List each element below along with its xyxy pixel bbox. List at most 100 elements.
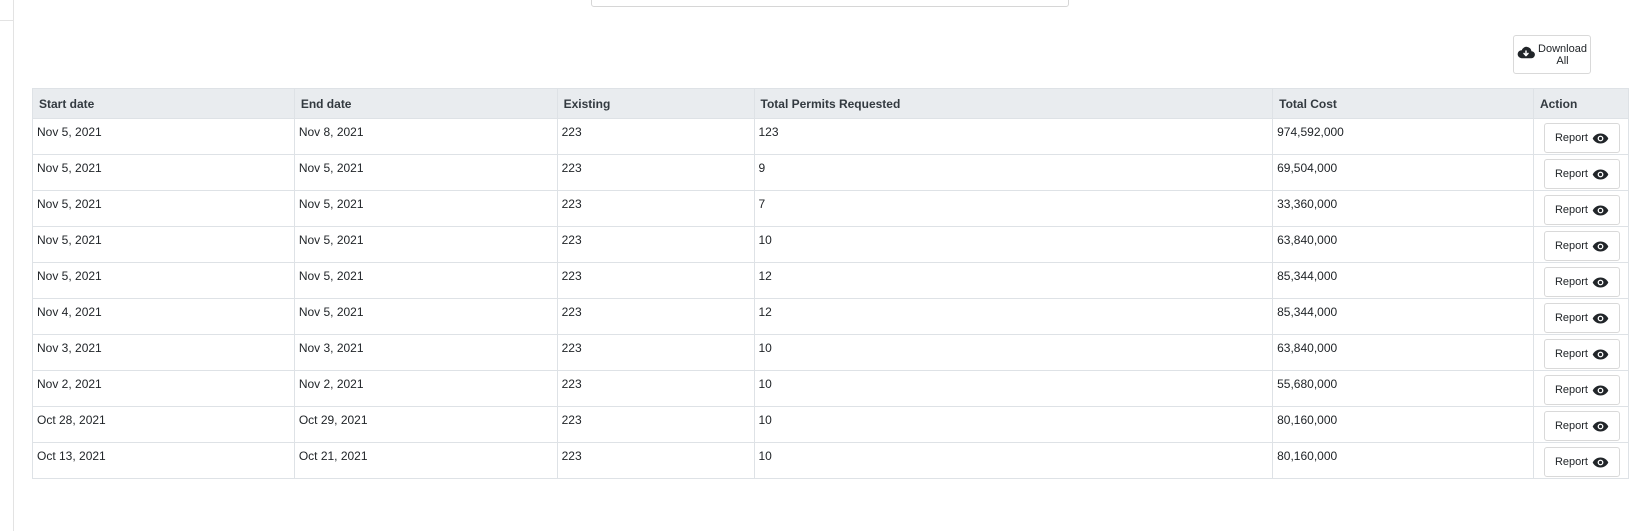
cell-total-permits: 123 bbox=[753, 118, 1274, 155]
cell-action: Report bbox=[1532, 406, 1630, 443]
table-row: Nov 5, 2021 Nov 5, 2021 223 9 69,504,000 Repo… bbox=[32, 154, 1630, 191]
cell-start-date: Nov 5, 2021 bbox=[32, 118, 295, 155]
cell-existing: 223 bbox=[556, 262, 755, 299]
cell-total-cost: 85,344,000 bbox=[1272, 262, 1534, 299]
cell-existing: 223 bbox=[556, 442, 755, 479]
cell-total-permits: 10 bbox=[753, 226, 1274, 263]
left-rail-divider bbox=[13, 0, 14, 531]
cell-existing: 223 bbox=[556, 406, 755, 443]
header-total-permits[interactable]: Total Permits Requested bbox=[753, 88, 1274, 119]
header-existing[interactable]: Existing bbox=[556, 88, 755, 119]
report-button-label: Report bbox=[1554, 168, 1588, 180]
eye-icon bbox=[1592, 385, 1609, 396]
cell-action: Report bbox=[1532, 442, 1630, 479]
download-all-button[interactable]: Download All bbox=[1513, 35, 1591, 74]
report-button[interactable]: Report bbox=[1543, 303, 1620, 333]
table-row: Oct 28, 2021 Oct 29, 2021 223 10 80,160,000 R… bbox=[32, 406, 1630, 443]
cell-total-permits: 12 bbox=[753, 262, 1274, 299]
cell-total-cost: 80,160,000 bbox=[1272, 442, 1534, 479]
report-button[interactable]: Report bbox=[1543, 267, 1620, 297]
cell-start-date: Nov 5, 2021 bbox=[32, 190, 295, 227]
cell-existing: 223 bbox=[556, 190, 755, 227]
table-row: Nov 5, 2021 Nov 8, 2021 223 123 974,592,000 R… bbox=[32, 118, 1630, 155]
cell-end-date: Nov 5, 2021 bbox=[293, 262, 558, 299]
report-button[interactable]: Report bbox=[1543, 375, 1620, 405]
header-action: Action bbox=[1532, 88, 1630, 119]
cell-existing: 223 bbox=[556, 334, 755, 371]
cell-total-permits: 10 bbox=[753, 406, 1274, 443]
cell-end-date: Nov 5, 2021 bbox=[293, 190, 558, 227]
report-button[interactable]: Report bbox=[1543, 447, 1620, 477]
cell-start-date: Oct 28, 2021 bbox=[32, 406, 295, 443]
report-button[interactable]: Report bbox=[1543, 195, 1620, 225]
cell-action: Report bbox=[1532, 262, 1630, 299]
eye-icon bbox=[1592, 313, 1609, 324]
cell-start-date: Nov 4, 2021 bbox=[32, 298, 295, 335]
header-start-date[interactable]: Start date bbox=[32, 88, 295, 119]
cell-total-cost: 55,680,000 bbox=[1272, 370, 1534, 407]
cell-action: Report bbox=[1532, 298, 1630, 335]
eye-icon bbox=[1592, 457, 1609, 468]
cell-action: Report bbox=[1532, 118, 1630, 155]
eye-icon bbox=[1592, 205, 1609, 216]
cell-existing: 223 bbox=[556, 370, 755, 407]
cell-total-cost: 69,504,000 bbox=[1272, 154, 1534, 191]
cell-end-date: Nov 5, 2021 bbox=[293, 226, 558, 263]
search-input[interactable] bbox=[591, 0, 1069, 7]
report-button-label: Report bbox=[1554, 132, 1588, 144]
cell-total-cost: 33,360,000 bbox=[1272, 190, 1534, 227]
cell-total-permits: 10 bbox=[753, 334, 1274, 371]
cell-start-date: Nov 3, 2021 bbox=[32, 334, 295, 371]
header-end-date[interactable]: End date bbox=[293, 88, 558, 119]
eye-icon bbox=[1592, 241, 1609, 252]
cell-total-cost: 85,344,000 bbox=[1272, 298, 1534, 335]
cell-total-permits: 7 bbox=[753, 190, 1274, 227]
report-button[interactable]: Report bbox=[1543, 123, 1620, 153]
cell-end-date: Oct 29, 2021 bbox=[293, 406, 558, 443]
report-button-label: Report bbox=[1554, 456, 1588, 468]
table-header-row: Start date End date Existing Total Permi… bbox=[32, 88, 1630, 119]
cell-start-date: Nov 2, 2021 bbox=[32, 370, 295, 407]
cell-existing: 223 bbox=[556, 298, 755, 335]
cell-total-permits: 12 bbox=[753, 298, 1274, 335]
report-button[interactable]: Report bbox=[1543, 411, 1620, 441]
table-row: Nov 5, 2021 Nov 5, 2021 223 10 63,840,000 Rep… bbox=[32, 226, 1630, 263]
cell-total-permits: 10 bbox=[753, 442, 1274, 479]
report-button[interactable]: Report bbox=[1543, 159, 1620, 189]
eye-icon bbox=[1592, 169, 1609, 180]
header-total-cost[interactable]: Total Cost bbox=[1272, 88, 1534, 119]
table-row: Nov 2, 2021 Nov 2, 2021 223 10 55,680,000 Rep… bbox=[32, 370, 1630, 407]
eye-icon bbox=[1592, 421, 1609, 432]
cell-start-date: Nov 5, 2021 bbox=[32, 154, 295, 191]
cell-end-date: Nov 3, 2021 bbox=[293, 334, 558, 371]
cell-start-date: Nov 5, 2021 bbox=[32, 262, 295, 299]
table-row: Nov 5, 2021 Nov 5, 2021 223 7 33,360,000 Repo… bbox=[32, 190, 1630, 227]
cell-end-date: Nov 5, 2021 bbox=[293, 298, 558, 335]
cell-end-date: Oct 21, 2021 bbox=[293, 442, 558, 479]
eye-icon bbox=[1592, 277, 1609, 288]
report-button-label: Report bbox=[1554, 276, 1588, 288]
cell-start-date: Oct 13, 2021 bbox=[32, 442, 295, 479]
cell-existing: 223 bbox=[556, 226, 755, 263]
eye-icon bbox=[1592, 133, 1609, 144]
cell-end-date: Nov 8, 2021 bbox=[293, 118, 558, 155]
permits-table: Start date End date Existing Total Permi… bbox=[32, 88, 1630, 479]
left-rail-tick bbox=[0, 20, 13, 21]
cell-start-date: Nov 5, 2021 bbox=[32, 226, 295, 263]
cell-total-permits: 10 bbox=[753, 370, 1274, 407]
table-row: Nov 3, 2021 Nov 3, 2021 223 10 63,840,000 Rep… bbox=[32, 334, 1630, 371]
report-button-label: Report bbox=[1554, 348, 1588, 360]
report-button[interactable]: Report bbox=[1543, 339, 1620, 369]
cell-total-cost: 80,160,000 bbox=[1272, 406, 1534, 443]
page: Download All Start date End date Existin… bbox=[0, 0, 1646, 531]
table-body: Nov 5, 2021 Nov 8, 2021 223 123 974,592,000 R… bbox=[32, 118, 1630, 479]
table-row: Oct 13, 2021 Oct 21, 2021 223 10 80,160,000 R… bbox=[32, 442, 1630, 479]
cell-total-cost: 63,840,000 bbox=[1272, 226, 1534, 263]
eye-icon bbox=[1592, 349, 1609, 360]
report-button-label: Report bbox=[1554, 420, 1588, 432]
cell-action: Report bbox=[1532, 334, 1630, 371]
cell-existing: 223 bbox=[556, 118, 755, 155]
cell-total-cost: 63,840,000 bbox=[1272, 334, 1534, 371]
report-button[interactable]: Report bbox=[1543, 231, 1620, 261]
download-all-label: Download All bbox=[1538, 42, 1587, 67]
